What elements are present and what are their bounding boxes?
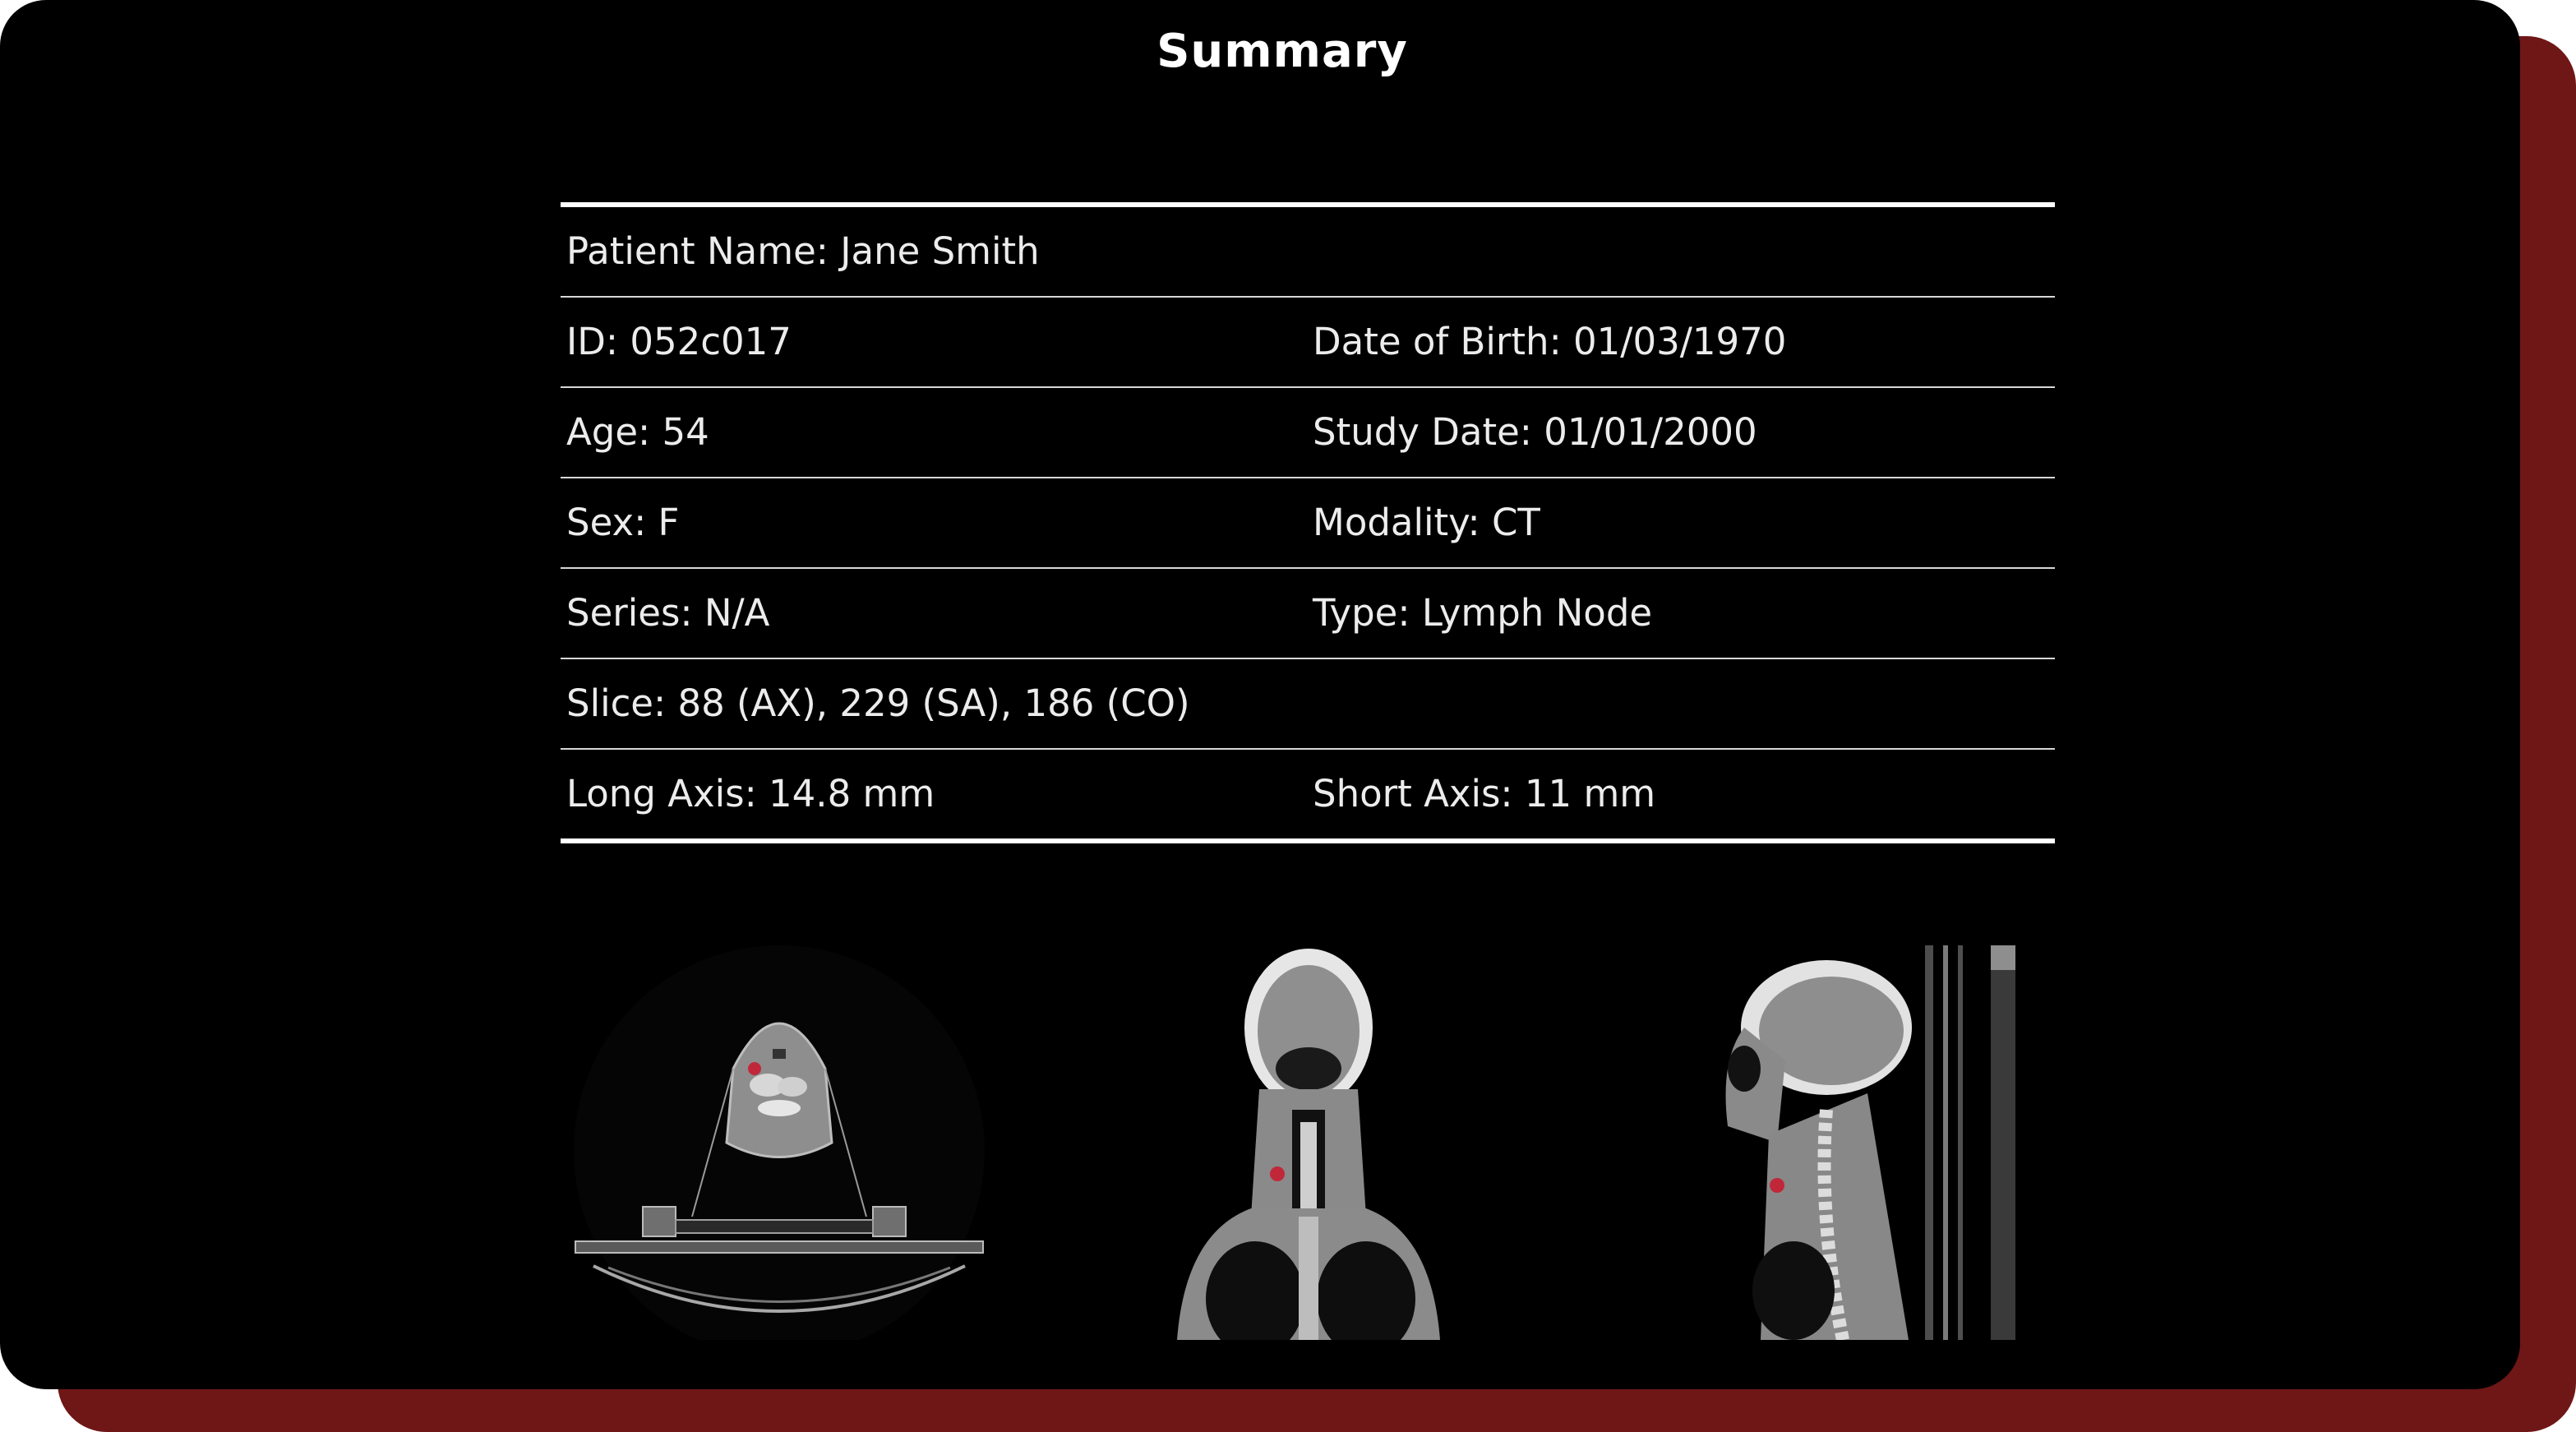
study-date-field: Study Date: 01/01/2000	[1313, 410, 1757, 454]
date-of-birth-field: Date of Birth: 01/03/1970	[1313, 320, 1787, 363]
table-row: Sex: F Modality: CT	[561, 478, 2055, 569]
table-row: Long Axis: 14.8 mm Short Axis: 11 mm	[561, 750, 2055, 838]
axial-ct-image	[574, 945, 985, 1340]
modality-field: Modality: CT	[1313, 501, 1540, 544]
patient-name-field: Patient Name: Jane Smith	[566, 229, 1040, 273]
long-axis-field: Long Axis: 14.8 mm	[566, 772, 935, 815]
coronal-ct-image	[1128, 945, 1489, 1340]
patient-info-table: Patient Name: Jane Smith ID: 052c017 Dat…	[561, 202, 2055, 843]
page-title: Summary	[1156, 25, 1408, 78]
table-row: Age: 54 Study Date: 01/01/2000	[561, 388, 2055, 478]
age-field: Age: 54	[566, 410, 709, 454]
table-row: Slice: 88 (AX), 229 (SA), 186 (CO)	[561, 659, 2055, 750]
series-field: Series: N/A	[566, 591, 770, 635]
table-row: ID: 052c017 Date of Birth: 01/03/1970	[561, 298, 2055, 388]
summary-card: Summary Patient Name: Jane Smith ID: 052…	[0, 0, 2520, 1389]
sex-field: Sex: F	[566, 501, 680, 544]
table-row: Series: N/A Type: Lymph Node	[561, 569, 2055, 659]
short-axis-field: Short Axis: 11 mm	[1313, 772, 1656, 815]
table-row: Patient Name: Jane Smith	[561, 207, 2055, 298]
sagittal-ct-image	[1662, 945, 2057, 1340]
ct-image-strip	[561, 945, 2057, 1340]
slice-field: Slice: 88 (AX), 229 (SA), 186 (CO)	[566, 681, 1190, 725]
type-field: Type: Lymph Node	[1313, 591, 1653, 635]
patient-id-field: ID: 052c017	[566, 320, 792, 363]
